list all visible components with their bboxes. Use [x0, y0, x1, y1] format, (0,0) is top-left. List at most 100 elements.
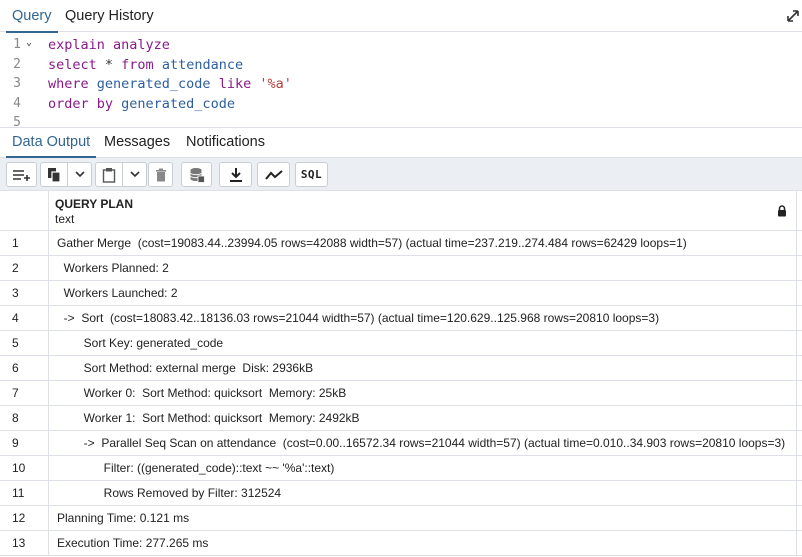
line-number: 1: [13, 37, 21, 52]
column-header-query-plan[interactable]: QUERY PLAN text: [49, 191, 797, 231]
table-row[interactable]: 6 Sort Method: external merge Disk: 2936…: [0, 356, 802, 381]
query-tabs-bar: Query Query History: [0, 0, 802, 33]
sql-editor[interactable]: 1 ⌄ explain analyze 2 select * from attendan…: [0, 33, 802, 127]
save-data-icon: [189, 167, 205, 183]
tab-query[interactable]: Query: [6, 0, 57, 33]
tab-data-output[interactable]: Data Output: [5, 128, 97, 158]
row-number[interactable]: 6: [0, 356, 49, 381]
paste-options-dropdown[interactable]: [122, 162, 147, 187]
line-number: 2: [13, 56, 21, 72]
delete-icon: [155, 168, 166, 181]
query-plan-cell[interactable]: Execution Time: 277.265 ms: [49, 531, 797, 556]
row-number[interactable]: 2: [0, 256, 49, 281]
row-number[interactable]: 11: [0, 481, 49, 506]
row-number-header[interactable]: [0, 191, 49, 231]
code-token: where: [48, 76, 89, 93]
expand-icon[interactable]: [786, 9, 800, 23]
query-plan-cell[interactable]: Rows Removed by Filter: 312524: [49, 481, 797, 506]
table-row[interactable]: 8 Worker 1: Sort Method: quicksort Memor…: [0, 406, 802, 431]
download-button[interactable]: [219, 162, 252, 187]
query-plan-cell[interactable]: Workers Launched: 2: [49, 281, 797, 306]
table-row[interactable]: 10 Filter: ((generated_code)::text ~~ '%…: [0, 456, 802, 481]
save-data-button[interactable]: [181, 162, 212, 187]
code-token: select: [48, 56, 97, 73]
table-row[interactable]: 7 Worker 0: Sort Method: quicksort Memor…: [0, 381, 802, 406]
graph-icon: [264, 169, 283, 180]
query-plan-cell[interactable]: -> Parallel Seq Scan on attendance (cost…: [49, 431, 797, 456]
editor-line[interactable]: 2 select * from attendance: [0, 57, 802, 77]
line-number: 4: [13, 95, 21, 111]
paste-icon: [102, 167, 116, 183]
code-token: *: [96, 56, 122, 73]
query-plan-cell[interactable]: Worker 1: Sort Method: quicksort Memory:…: [49, 406, 797, 431]
code-text: select * from attendance: [48, 57, 243, 73]
sql-button-label: SQL: [300, 168, 323, 181]
table-row[interactable]: 13 Execution Time: 277.265 ms: [0, 531, 802, 556]
add-row-button[interactable]: [6, 162, 37, 187]
copy-button[interactable]: [40, 162, 68, 187]
code-token: from: [121, 56, 154, 73]
tab-query-history[interactable]: Query History: [65, 0, 154, 32]
code-token: attendance: [153, 56, 244, 73]
table-row[interactable]: 3 Workers Launched: 2: [0, 281, 802, 306]
result-tabs-bar: Data Output Messages Notifications: [0, 127, 802, 158]
column-name: QUERY PLAN: [55, 197, 134, 211]
tab-notifications[interactable]: Notifications: [186, 128, 265, 157]
data-toolbar: SQL: [0, 158, 802, 191]
line-number: 5: [13, 115, 21, 127]
editor-line[interactable]: 1 ⌄ explain analyze: [0, 37, 802, 57]
delete-button[interactable]: [148, 162, 173, 187]
row-number[interactable]: 9: [0, 431, 49, 456]
download-icon: [229, 167, 242, 182]
query-plan-cell[interactable]: Gather Merge (cost=19083.44..23994.05 ro…: [49, 231, 797, 256]
row-number[interactable]: 1: [0, 231, 49, 256]
row-number[interactable]: 13: [0, 531, 49, 556]
query-plan-cell[interactable]: Workers Planned: 2: [49, 256, 797, 281]
table-row[interactable]: 9 -> Parallel Seq Scan on attendance (co…: [0, 431, 802, 456]
editor-line[interactable]: 5: [0, 115, 802, 127]
code-text: order by generated_code: [48, 96, 235, 112]
table-row[interactable]: 2 Workers Planned: 2: [0, 256, 802, 281]
table-row[interactable]: 1 Gather Merge (cost=19083.44..23994.05 r…: [0, 231, 802, 256]
paste-button[interactable]: [95, 162, 123, 187]
row-number[interactable]: 10: [0, 456, 49, 481]
grid-header: QUERY PLAN text: [0, 191, 802, 231]
code-token: order by: [48, 95, 114, 112]
editor-line[interactable]: 4 order by generated_code: [0, 96, 802, 116]
add-row-icon: [12, 169, 30, 181]
query-plan-cell[interactable]: Planning Time: 0.121 ms: [49, 506, 797, 531]
tab-messages[interactable]: Messages: [104, 128, 170, 157]
table-row[interactable]: 11 Rows Removed by Filter: 312524: [0, 481, 802, 506]
query-plan-cell[interactable]: -> Sort (cost=18083.42..18136.03 rows=21…: [49, 306, 797, 331]
table-row[interactable]: 12 Planning Time: 0.121 ms: [0, 506, 802, 531]
query-plan-cell[interactable]: Sort Key: generated_code: [49, 331, 797, 356]
graph-visualiser-button[interactable]: [257, 162, 290, 187]
data-grid: QUERY PLAN text 1 Gather Merge (cost=1908…: [0, 191, 802, 557]
table-row[interactable]: 5 Sort Key: generated_code: [0, 331, 802, 356]
copy-icon: [48, 167, 61, 183]
editor-line[interactable]: 3 where generated_code like '%a': [0, 76, 802, 96]
chevron-down-icon: [129, 171, 140, 178]
row-number[interactable]: 7: [0, 381, 49, 406]
code-token: generated_code: [88, 76, 219, 93]
row-number[interactable]: 8: [0, 406, 49, 431]
line-number: 3: [13, 76, 21, 92]
code-token: like: [218, 76, 252, 93]
column-type: text: [55, 212, 75, 226]
code-token: generated_code: [113, 95, 235, 112]
fold-chevron-icon[interactable]: ⌄: [26, 37, 32, 48]
table-row[interactable]: 4 -> Sort (cost=18083.42..18136.03 rows=…: [0, 306, 802, 331]
lock-icon: [778, 205, 786, 217]
chevron-down-icon: [74, 171, 85, 178]
query-plan-cell[interactable]: Filter: ((generated_code)::text ~~ '%a':…: [49, 456, 797, 481]
code-text: where generated_code like '%a': [48, 76, 292, 92]
code-token: '%a': [251, 76, 292, 93]
row-number[interactable]: 12: [0, 506, 49, 531]
copy-options-dropdown[interactable]: [67, 162, 92, 187]
query-plan-cell[interactable]: Worker 0: Sort Method: quicksort Memory:…: [49, 381, 797, 406]
query-plan-cell[interactable]: Sort Method: external merge Disk: 2936kB: [49, 356, 797, 381]
row-number[interactable]: 3: [0, 281, 49, 306]
row-number[interactable]: 5: [0, 331, 49, 356]
row-number[interactable]: 4: [0, 306, 49, 331]
sql-button[interactable]: SQL: [295, 162, 328, 187]
